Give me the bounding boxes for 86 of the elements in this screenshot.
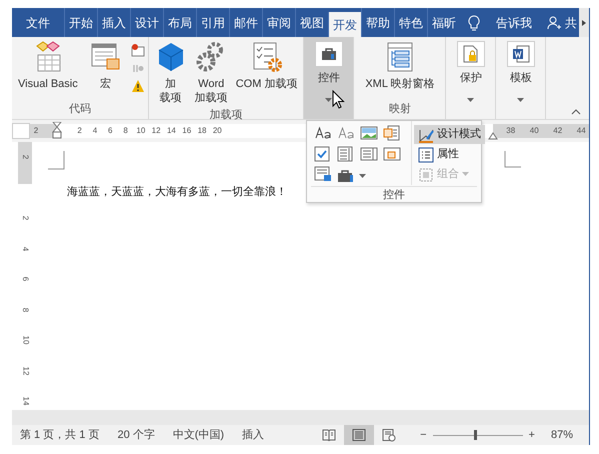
ruler-number: 44 [576,125,587,137]
ruler-number: 14 [20,396,31,406]
ruler-number: 6 [107,125,114,137]
zoom-level[interactable]: 87% [550,426,573,444]
warning-icon[interactable] [130,79,145,93]
caret-icon [517,98,524,102]
ruler-number: 14 [166,125,177,137]
zoom-slider-thumb[interactable] [474,430,477,440]
caret-icon [325,98,332,102]
web-layout-icon [382,428,396,442]
ruler-number: 8 [122,125,129,137]
tell-me-field[interactable]: 告诉我 [496,14,532,32]
ribbon-button[interactable]: COM 加载项 [232,39,300,107]
checklist-gear-icon [250,41,283,73]
status-text[interactable]: 插入 [242,426,264,444]
ruler-number: 20 [212,125,223,137]
ribbon-button[interactable]: 宏 [86,39,125,101]
group-label: 代码 [68,102,92,117]
ribbon-tab[interactable]: 文件 [18,8,64,37]
picture-control-icon[interactable] [360,125,378,141]
ruler-number: 2 [76,125,83,137]
caret-icon [467,98,474,102]
mouse-cursor-icon [332,90,345,109]
building-block-control-icon[interactable] [383,125,401,141]
ruler-number: 6 [20,276,31,282]
ruler-number: 10 [135,125,146,137]
legacy-form-icon[interactable] [314,166,332,182]
person-add-icon [547,16,561,30]
ribbon-button[interactable]: 模板 [496,37,546,119]
margin-corner-mark [48,151,65,170]
ribbon-button[interactable]: Word 加载项 [192,39,231,107]
menu-group-label: 控件 [311,186,477,204]
ruler-number: 12 [150,125,162,137]
ruler-number: 8 [20,307,31,312]
ruler-number: 4 [20,246,31,251]
ruler-number: 2 [20,216,31,220]
caret-icon [359,174,366,178]
horizontal-scrollbar[interactable] [12,410,589,425]
menu-command[interactable]: 设计模式 [414,125,485,144]
ribbon-button[interactable]: Visual Basic [15,39,81,101]
word-template-icon [512,45,530,63]
ruler-number: 12 [20,366,31,375]
document-text: 海蓝蓝，天蓝蓝，大海有多蓝，一切全靠浪！ [67,184,287,200]
group-label: 加载项 [208,108,244,123]
date-picker-control-icon[interactable] [383,146,401,162]
ruler-number: 38 [505,125,516,137]
zoom-in-button[interactable]: + [528,426,535,444]
menu-command[interactable]: 属性 [414,145,485,164]
collapse-ribbon-icon[interactable] [571,109,581,115]
margin-corner-mark [504,151,521,168]
zoom-slider[interactable] [432,430,523,440]
ruler-number: 42 [552,125,564,137]
record-macro-icon[interactable] [130,43,145,57]
read-mode-icon [322,429,336,441]
status-text[interactable]: 20 个字 [117,426,155,444]
group-icon [418,166,434,182]
margin-marker-icon[interactable] [488,132,498,140]
ribbon-tab[interactable]: 开发 [328,12,361,37]
ribbon-button[interactable]: 加 载项 [152,39,190,107]
print-layout-icon [352,429,366,441]
ruler-number: 10 [20,336,31,344]
properties-icon [418,146,434,162]
lightbulb-icon [468,14,480,30]
combo-box-control-icon[interactable] [337,146,353,162]
protect-document-icon [462,45,479,63]
status-text[interactable]: 中文(中国) [172,426,224,444]
checkbox-control-icon[interactable] [314,146,330,162]
ribbon-button[interactable]: 控件 [304,37,354,119]
dropdown-list-control-icon[interactable] [360,146,378,162]
group-label: 映射 [388,102,412,117]
ruler-number: 2 [32,125,40,137]
ruler-number: 18 [196,125,208,137]
ruler-number: 2 [20,154,31,160]
legacy-tools-icon[interactable] [337,168,355,183]
ruler-number: 16 [181,125,192,137]
ruler-number: 4 [92,125,98,137]
indent-marker-icon[interactable] [52,122,62,140]
status-text[interactable]: 第 1 页，共 1 页 [20,426,100,444]
view-button[interactable] [344,425,374,445]
zoom-out-button[interactable]: − [420,426,427,444]
ribbon-button[interactable]: XML 映射窗格 [362,39,438,101]
scroll-right-icon[interactable] [582,20,586,26]
toolbox-icon [320,47,337,61]
ruler-number: 40 [528,125,540,137]
ribbon-button[interactable]: 保护 [446,37,496,119]
share-button[interactable]: 共 [565,14,577,32]
